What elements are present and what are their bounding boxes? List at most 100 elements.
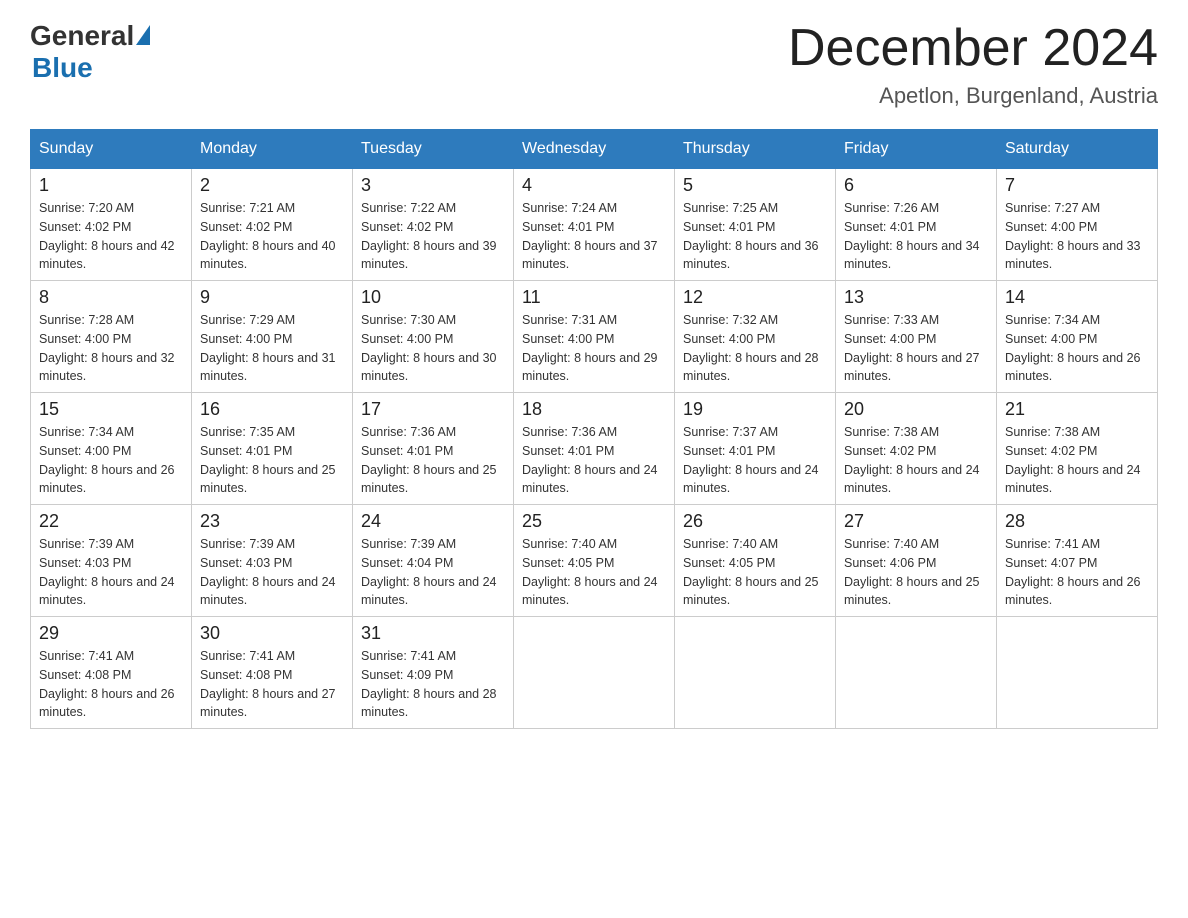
day-number: 29 [39,623,183,644]
day-info: Sunrise: 7:33 AM Sunset: 4:00 PM Dayligh… [844,311,988,386]
day-info: Sunrise: 7:36 AM Sunset: 4:01 PM Dayligh… [522,423,666,498]
day-info: Sunrise: 7:39 AM Sunset: 4:04 PM Dayligh… [361,535,505,610]
day-number: 15 [39,399,183,420]
calendar-cell: 3 Sunrise: 7:22 AM Sunset: 4:02 PM Dayli… [353,169,514,281]
calendar-cell: 19 Sunrise: 7:37 AM Sunset: 4:01 PM Dayl… [675,393,836,505]
calendar-cell: 11 Sunrise: 7:31 AM Sunset: 4:00 PM Dayl… [514,281,675,393]
day-number: 4 [522,175,666,196]
calendar-cell: 8 Sunrise: 7:28 AM Sunset: 4:00 PM Dayli… [31,281,192,393]
logo: General Blue [30,20,150,84]
calendar-cell: 22 Sunrise: 7:39 AM Sunset: 4:03 PM Dayl… [31,505,192,617]
calendar-cell: 25 Sunrise: 7:40 AM Sunset: 4:05 PM Dayl… [514,505,675,617]
day-info: Sunrise: 7:36 AM Sunset: 4:01 PM Dayligh… [361,423,505,498]
calendar-week-row: 8 Sunrise: 7:28 AM Sunset: 4:00 PM Dayli… [31,281,1158,393]
calendar-cell: 17 Sunrise: 7:36 AM Sunset: 4:01 PM Dayl… [353,393,514,505]
calendar-subtitle: Apetlon, Burgenland, Austria [788,83,1158,109]
day-number: 1 [39,175,183,196]
day-info: Sunrise: 7:32 AM Sunset: 4:00 PM Dayligh… [683,311,827,386]
calendar-cell: 14 Sunrise: 7:34 AM Sunset: 4:00 PM Dayl… [997,281,1158,393]
calendar-cell: 29 Sunrise: 7:41 AM Sunset: 4:08 PM Dayl… [31,617,192,729]
calendar-cell: 2 Sunrise: 7:21 AM Sunset: 4:02 PM Dayli… [192,169,353,281]
day-number: 6 [844,175,988,196]
header-sunday: Sunday [31,130,192,169]
day-info: Sunrise: 7:40 AM Sunset: 4:05 PM Dayligh… [683,535,827,610]
header-monday: Monday [192,130,353,169]
day-number: 22 [39,511,183,532]
calendar-cell: 23 Sunrise: 7:39 AM Sunset: 4:03 PM Dayl… [192,505,353,617]
day-number: 13 [844,287,988,308]
day-number: 31 [361,623,505,644]
day-info: Sunrise: 7:34 AM Sunset: 4:00 PM Dayligh… [39,423,183,498]
calendar-cell: 27 Sunrise: 7:40 AM Sunset: 4:06 PM Dayl… [836,505,997,617]
day-number: 19 [683,399,827,420]
calendar-cell: 12 Sunrise: 7:32 AM Sunset: 4:00 PM Dayl… [675,281,836,393]
day-number: 7 [1005,175,1149,196]
day-info: Sunrise: 7:29 AM Sunset: 4:00 PM Dayligh… [200,311,344,386]
calendar-header: December 2024 Apetlon, Burgenland, Austr… [788,20,1158,109]
logo-blue-text: Blue [32,52,93,83]
day-number: 24 [361,511,505,532]
day-number: 5 [683,175,827,196]
day-number: 21 [1005,399,1149,420]
header-tuesday: Tuesday [353,130,514,169]
calendar-cell: 4 Sunrise: 7:24 AM Sunset: 4:01 PM Dayli… [514,169,675,281]
calendar-cell: 18 Sunrise: 7:36 AM Sunset: 4:01 PM Dayl… [514,393,675,505]
calendar-cell: 28 Sunrise: 7:41 AM Sunset: 4:07 PM Dayl… [997,505,1158,617]
calendar-cell: 7 Sunrise: 7:27 AM Sunset: 4:00 PM Dayli… [997,169,1158,281]
day-info: Sunrise: 7:26 AM Sunset: 4:01 PM Dayligh… [844,199,988,274]
day-info: Sunrise: 7:20 AM Sunset: 4:02 PM Dayligh… [39,199,183,274]
calendar-table: SundayMondayTuesdayWednesdayThursdayFrid… [30,129,1158,729]
calendar-cell: 10 Sunrise: 7:30 AM Sunset: 4:00 PM Dayl… [353,281,514,393]
day-info: Sunrise: 7:39 AM Sunset: 4:03 PM Dayligh… [39,535,183,610]
day-info: Sunrise: 7:22 AM Sunset: 4:02 PM Dayligh… [361,199,505,274]
day-number: 25 [522,511,666,532]
calendar-cell: 20 Sunrise: 7:38 AM Sunset: 4:02 PM Dayl… [836,393,997,505]
day-number: 12 [683,287,827,308]
calendar-cell [514,617,675,729]
day-number: 10 [361,287,505,308]
calendar-cell [836,617,997,729]
day-number: 18 [522,399,666,420]
day-info: Sunrise: 7:34 AM Sunset: 4:00 PM Dayligh… [1005,311,1149,386]
day-info: Sunrise: 7:38 AM Sunset: 4:02 PM Dayligh… [1005,423,1149,498]
calendar-cell: 26 Sunrise: 7:40 AM Sunset: 4:05 PM Dayl… [675,505,836,617]
day-info: Sunrise: 7:41 AM Sunset: 4:09 PM Dayligh… [361,647,505,722]
day-info: Sunrise: 7:31 AM Sunset: 4:00 PM Dayligh… [522,311,666,386]
day-number: 9 [200,287,344,308]
day-info: Sunrise: 7:25 AM Sunset: 4:01 PM Dayligh… [683,199,827,274]
day-number: 26 [683,511,827,532]
day-info: Sunrise: 7:21 AM Sunset: 4:02 PM Dayligh… [200,199,344,274]
calendar-cell: 24 Sunrise: 7:39 AM Sunset: 4:04 PM Dayl… [353,505,514,617]
day-info: Sunrise: 7:28 AM Sunset: 4:00 PM Dayligh… [39,311,183,386]
day-number: 14 [1005,287,1149,308]
day-number: 16 [200,399,344,420]
day-number: 11 [522,287,666,308]
header-friday: Friday [836,130,997,169]
day-number: 17 [361,399,505,420]
day-info: Sunrise: 7:30 AM Sunset: 4:00 PM Dayligh… [361,311,505,386]
calendar-week-row: 15 Sunrise: 7:34 AM Sunset: 4:00 PM Dayl… [31,393,1158,505]
day-info: Sunrise: 7:41 AM Sunset: 4:07 PM Dayligh… [1005,535,1149,610]
day-info: Sunrise: 7:27 AM Sunset: 4:00 PM Dayligh… [1005,199,1149,274]
header-thursday: Thursday [675,130,836,169]
page-header: General Blue December 2024 Apetlon, Burg… [30,20,1158,109]
logo-triangle-icon [136,25,150,45]
day-info: Sunrise: 7:24 AM Sunset: 4:01 PM Dayligh… [522,199,666,274]
day-number: 23 [200,511,344,532]
header-saturday: Saturday [997,130,1158,169]
logo-general-text: General [30,20,134,52]
calendar-cell: 30 Sunrise: 7:41 AM Sunset: 4:08 PM Dayl… [192,617,353,729]
calendar-cell: 15 Sunrise: 7:34 AM Sunset: 4:00 PM Dayl… [31,393,192,505]
calendar-cell: 16 Sunrise: 7:35 AM Sunset: 4:01 PM Dayl… [192,393,353,505]
day-info: Sunrise: 7:39 AM Sunset: 4:03 PM Dayligh… [200,535,344,610]
day-number: 20 [844,399,988,420]
day-number: 3 [361,175,505,196]
day-number: 2 [200,175,344,196]
calendar-week-row: 29 Sunrise: 7:41 AM Sunset: 4:08 PM Dayl… [31,617,1158,729]
calendar-cell [997,617,1158,729]
day-info: Sunrise: 7:41 AM Sunset: 4:08 PM Dayligh… [200,647,344,722]
calendar-cell: 21 Sunrise: 7:38 AM Sunset: 4:02 PM Dayl… [997,393,1158,505]
day-number: 30 [200,623,344,644]
calendar-title: December 2024 [788,20,1158,77]
day-number: 28 [1005,511,1149,532]
